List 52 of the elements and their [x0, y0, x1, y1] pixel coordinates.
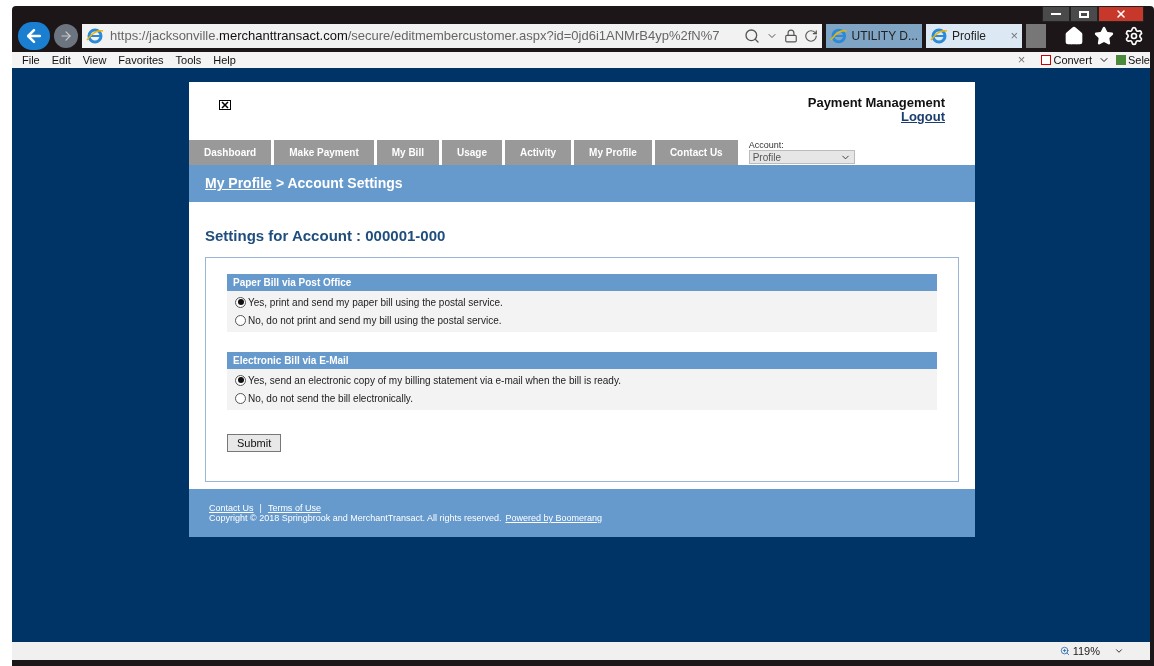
- browser-logo-icon: [930, 27, 948, 45]
- account-select[interactable]: Profile: [748, 150, 855, 164]
- browser-logo-icon: [830, 27, 848, 45]
- lock-icon: [784, 29, 798, 43]
- page-heading: Settings for Account : 000001-000: [205, 226, 447, 246]
- minimize-button[interactable]: [1042, 6, 1070, 22]
- menu-item[interactable]: Help: [213, 52, 236, 68]
- option-label: No, do not send the bill electronically.: [248, 391, 413, 406]
- menu-item[interactable]: Edit: [51, 52, 71, 68]
- menu-item[interactable]: View: [82, 52, 107, 68]
- browser-tab[interactable]: Profile ×: [926, 24, 1022, 48]
- radio-button[interactable]: [235, 314, 246, 326]
- browser-logo-icon: [86, 27, 104, 45]
- magnifier-icon: [1059, 646, 1070, 656]
- zoom-level[interactable]: 119%: [1059, 642, 1100, 660]
- search-icon[interactable]: [744, 28, 760, 44]
- account-label: Account:: [748, 140, 785, 150]
- radio-button[interactable]: [235, 296, 246, 308]
- back-button[interactable]: [18, 22, 50, 50]
- option-label: No, do not print and send my bill using the postal service.: [248, 313, 502, 328]
- app-title: Payment Management: [807, 96, 945, 110]
- maximize-button[interactable]: [1070, 6, 1098, 22]
- caret-icon[interactable]: [1114, 646, 1124, 656]
- menu-item[interactable]: Favorites: [118, 52, 164, 68]
- option-label: Yes, print and send my paper bill using the postal service.: [248, 295, 503, 310]
- refresh-icon[interactable]: [804, 29, 818, 43]
- menu-item[interactable]: Tools: [175, 52, 202, 68]
- radio-button[interactable]: [235, 374, 246, 386]
- close-tab-button[interactable]: ×: [1010, 26, 1018, 46]
- forward-button[interactable]: [54, 24, 78, 48]
- section-header: Paper Bill via Post Office: [227, 273, 937, 291]
- arrow-right-icon: [59, 29, 73, 43]
- broken-image-icon: [219, 100, 231, 110]
- breadcrumb-current: > Account Settings: [275, 174, 403, 193]
- option-label: Yes, send an electronic copy of my billing statement via e-mail when the bill is ready.: [248, 373, 621, 388]
- submit-button[interactable]: Submit: [227, 433, 282, 452]
- settings-icon[interactable]: [1124, 26, 1144, 46]
- section-header: Electronic Bill via E-Mail: [227, 351, 937, 369]
- close-button[interactable]: [1098, 6, 1144, 22]
- address-field[interactable]: https://jacksonville.merchanttransact.com/secure/editmembercustomer.aspx?id=0jd6i1ANMrB4yp%2fN%7: [82, 24, 822, 48]
- home-icon[interactable]: [1064, 26, 1084, 46]
- footer-separator: |: [259, 503, 262, 513]
- close-icon: [1115, 8, 1127, 20]
- select-button[interactable]: Sele: [1115, 52, 1150, 68]
- radio-button[interactable]: [235, 392, 246, 404]
- close-toolbar-button[interactable]: ×: [1017, 52, 1026, 68]
- convert-button[interactable]: Convert: [1041, 52, 1092, 68]
- logout-link[interactable]: Logout: [900, 110, 945, 124]
- favorites-icon[interactable]: [1094, 26, 1114, 46]
- browser-tab[interactable]: UTILITY D...: [826, 24, 922, 48]
- copyright-text: Copyright © 2018 Springbrook and MerchantTransact. All rights reserved.: [209, 513, 502, 523]
- menu-item[interactable]: File: [22, 52, 40, 68]
